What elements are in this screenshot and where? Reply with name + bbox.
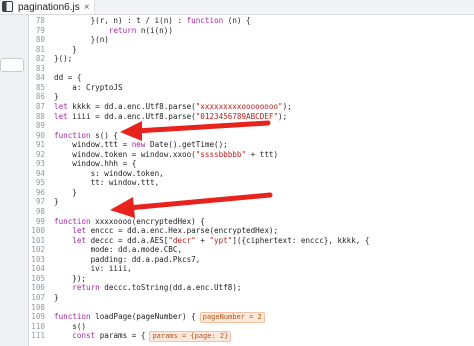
red-arrow-icon <box>110 192 273 218</box>
red-arrow-icon <box>120 120 271 141</box>
annotation-arrows <box>110 120 273 218</box>
